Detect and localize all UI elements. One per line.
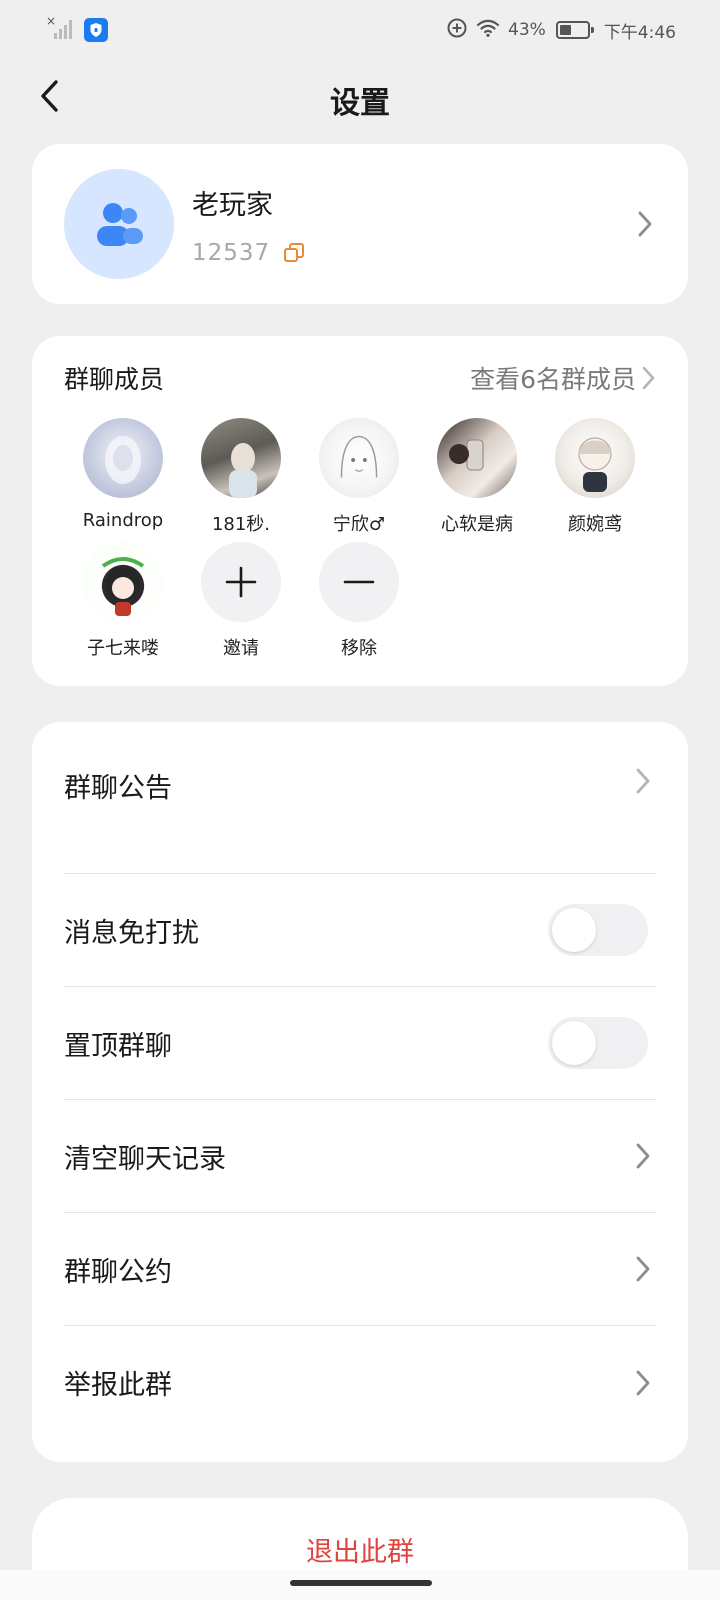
member-name: 颜婉鸢 bbox=[568, 514, 622, 535]
toggle-knob bbox=[552, 908, 596, 952]
member-name: 181秒. bbox=[211, 514, 271, 535]
view-all-members-link[interactable]: 查看6名群成员 bbox=[470, 360, 656, 396]
invite-label: 邀请 bbox=[223, 638, 259, 659]
group-id-row: 12537 bbox=[192, 240, 634, 266]
report-group-row[interactable]: 举报此群 bbox=[64, 1326, 656, 1439]
member-avatar bbox=[83, 542, 163, 622]
group-rules-label: 群聊公约 bbox=[64, 1256, 172, 1288]
svg-text:×: × bbox=[46, 15, 56, 28]
group-rules-row[interactable]: 群聊公约 bbox=[64, 1213, 656, 1326]
members-header: 群聊成员 查看6名群成员 bbox=[64, 360, 656, 396]
member-name: 宁欣♂ bbox=[332, 514, 386, 535]
remove-label: 移除 bbox=[341, 638, 377, 659]
minus-icon bbox=[343, 580, 375, 584]
header: 设置 bbox=[0, 60, 720, 132]
group-id: 12537 bbox=[192, 239, 271, 266]
toggle-knob bbox=[552, 1021, 596, 1065]
status-bar: × 43% 下午4:46 bbox=[0, 0, 720, 60]
group-name: 老玩家 bbox=[192, 189, 273, 221]
screen: × 43% 下午4:46 设置 老玩家 12537 群聊成员 查看6名群成员 R… bbox=[0, 0, 720, 1600]
mute-row: 消息免打扰 bbox=[64, 874, 656, 987]
member-avatar bbox=[83, 418, 163, 498]
copy-id-button[interactable] bbox=[282, 240, 308, 266]
member-item[interactable]: Raindrop bbox=[64, 418, 182, 536]
pin-chat-label: 置顶群聊 bbox=[64, 1030, 172, 1062]
clear-history-label: 清空聊天记录 bbox=[64, 1143, 226, 1175]
group-info: 老玩家 12537 bbox=[192, 183, 634, 266]
invite-member-button[interactable]: 邀请 bbox=[182, 542, 300, 660]
members-grid: Raindrop 181秒. 宁欣♂ 心软是病 颜婉鸢 子七来喽 邀请 移除 bbox=[64, 418, 656, 660]
member-item[interactable]: 颜婉鸢 bbox=[536, 418, 654, 536]
member-avatar bbox=[555, 418, 635, 498]
report-group-label: 举报此群 bbox=[64, 1370, 172, 1401]
battery-percent: 43% bbox=[508, 20, 546, 40]
member-avatar bbox=[319, 418, 399, 498]
settings-card: 群聊公告 消息免打扰 置顶群聊 清空聊天记录 群聊公约 举报此群 bbox=[32, 722, 688, 1462]
mute-label: 消息免打扰 bbox=[64, 917, 199, 949]
member-item[interactable]: 心软是病 bbox=[418, 418, 536, 536]
group-avatar bbox=[64, 169, 174, 279]
group-notice-label: 群聊公告 bbox=[64, 773, 172, 804]
group-users-icon bbox=[97, 203, 143, 246]
member-name: Raindrop bbox=[82, 510, 164, 531]
member-item[interactable]: 宁欣♂ bbox=[300, 418, 418, 536]
navigation-bar bbox=[0, 1570, 720, 1600]
members-title: 群聊成员 bbox=[64, 365, 165, 394]
group-notice-row[interactable]: 群聊公告 bbox=[64, 722, 656, 874]
copy-icon bbox=[284, 242, 305, 262]
member-item[interactable]: 181秒. bbox=[182, 418, 300, 536]
pin-chat-row: 置顶群聊 bbox=[64, 987, 656, 1100]
chevron-right-icon bbox=[632, 766, 654, 796]
chevron-right-icon bbox=[642, 366, 655, 390]
chevron-right-icon bbox=[632, 1141, 654, 1171]
chevron-right-icon bbox=[634, 209, 656, 239]
data-saver-icon bbox=[446, 17, 468, 44]
wifi-icon bbox=[476, 18, 500, 43]
mute-toggle[interactable] bbox=[548, 904, 648, 956]
page-title: 设置 bbox=[330, 86, 390, 121]
member-avatar bbox=[437, 418, 517, 498]
member-avatar bbox=[201, 418, 281, 498]
plus-icon bbox=[225, 566, 257, 598]
view-all-members-label: 查看6名群成员 bbox=[470, 365, 636, 394]
group-info-card[interactable]: 老玩家 12537 bbox=[32, 144, 688, 304]
home-indicator[interactable] bbox=[290, 1580, 432, 1586]
remove-member-button[interactable]: 移除 bbox=[300, 542, 418, 660]
member-name: 心软是病 bbox=[441, 514, 513, 535]
member-item[interactable]: 子七来喽 bbox=[64, 542, 182, 660]
members-card: 群聊成员 查看6名群成员 Raindrop 181秒. 宁欣♂ 心软是病 颜婉鸢… bbox=[32, 336, 688, 686]
remove-avatar bbox=[319, 542, 399, 622]
chevron-right-icon bbox=[632, 1254, 654, 1284]
pin-chat-toggle[interactable] bbox=[548, 1017, 648, 1069]
clear-history-row[interactable]: 清空聊天记录 bbox=[64, 1100, 656, 1213]
shield-icon bbox=[84, 18, 108, 42]
chevron-right-icon bbox=[632, 1368, 654, 1398]
status-time: 下午4:46 bbox=[603, 22, 676, 43]
invite-avatar bbox=[201, 542, 281, 622]
member-name: 子七来喽 bbox=[87, 638, 159, 659]
no-signal-icon: × bbox=[46, 14, 76, 46]
battery-icon bbox=[555, 21, 594, 39]
battery-fill bbox=[559, 25, 571, 35]
